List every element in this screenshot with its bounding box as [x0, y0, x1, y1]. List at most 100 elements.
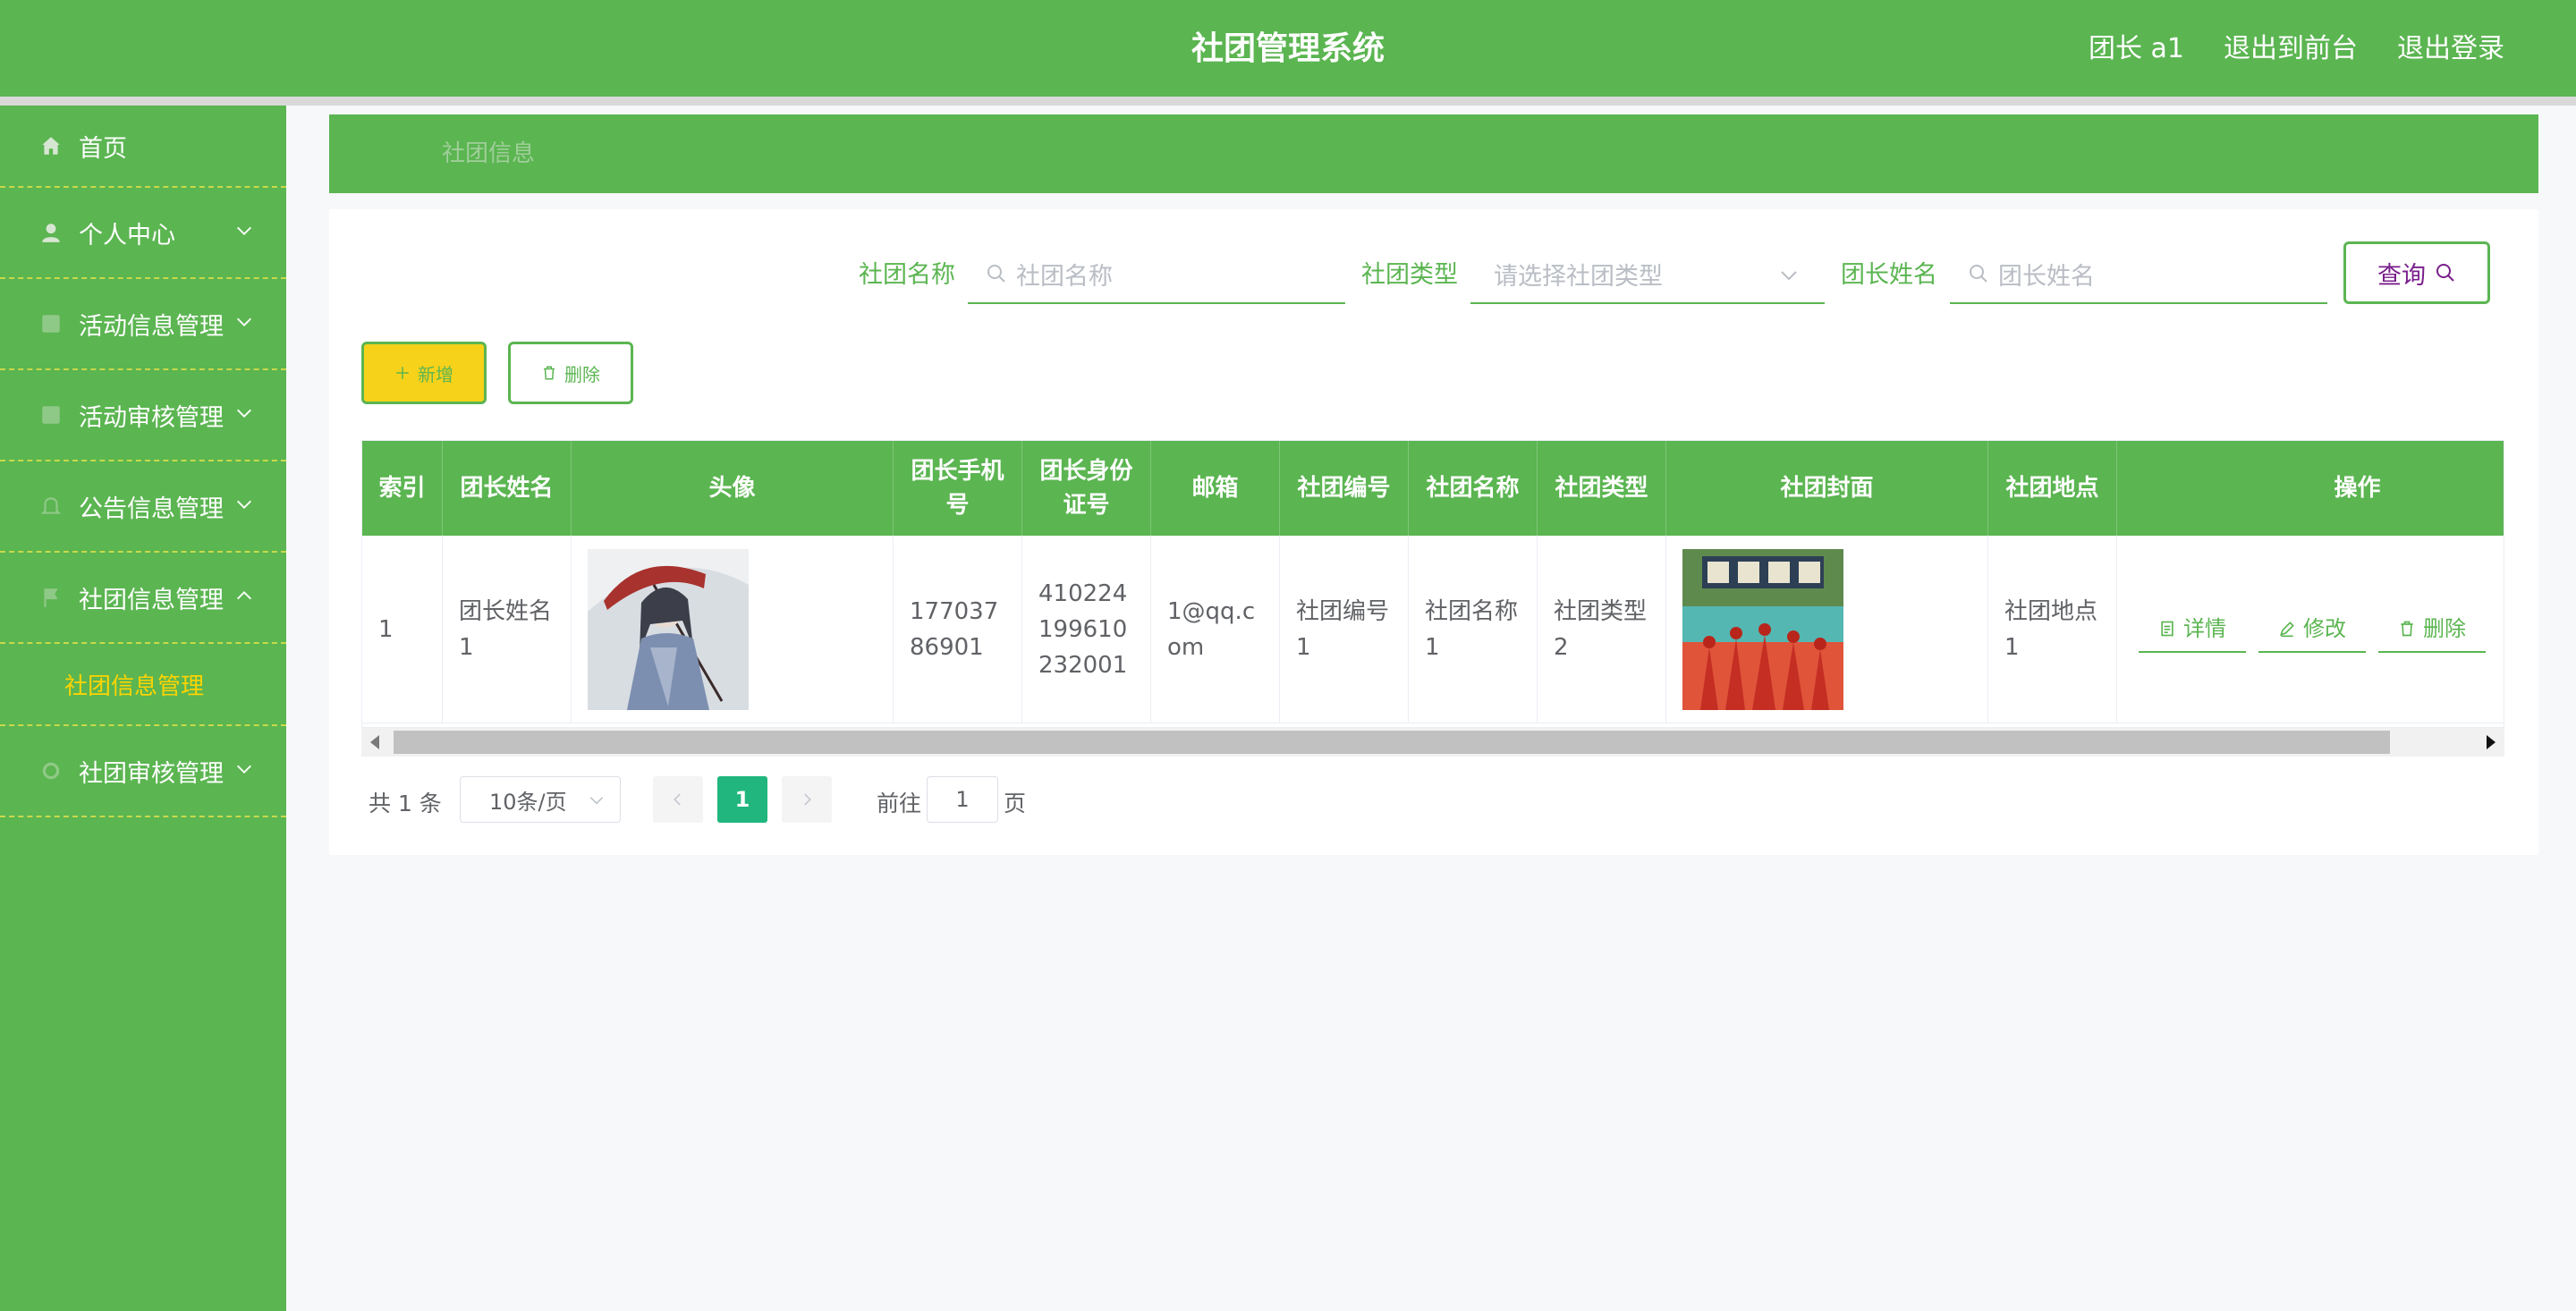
prev-page-button[interactable] [653, 776, 703, 823]
cell-club-no: 社团编号1 [1280, 536, 1409, 723]
breadcrumb-current[interactable]: 社团信息 [442, 136, 535, 172]
header-links: 团长 a1 退出到前台 退出登录 [2089, 27, 2504, 72]
cell-index: 1 [362, 536, 443, 723]
user-icon [39, 221, 63, 244]
edit-icon [2280, 621, 2294, 637]
sidebar-item-label: 活动审核管理 [79, 403, 224, 432]
club-type-label: 社团类型 [1361, 261, 1458, 289]
add-button-label: 新增 [418, 363, 453, 385]
query-button-label: 查询 [2377, 261, 2426, 290]
list-icon [39, 312, 63, 335]
logout-link[interactable]: 退出登录 [2397, 27, 2504, 72]
sidebar-item-label: 社团审核管理 [79, 759, 224, 788]
search-icon [2436, 264, 2454, 282]
cell-location: 社团地点1 [1988, 536, 2117, 723]
sidebar-item-label: 个人中心 [79, 221, 175, 250]
sidebar-item-label: 首页 [79, 134, 127, 163]
top-header: 社团管理系统 团长 a1 退出到前台 退出登录 [0, 0, 2576, 97]
page-size-select[interactable]: 10条/页 [460, 776, 621, 823]
chevron-down-icon [237, 317, 251, 326]
club-cover-image[interactable] [1682, 548, 1843, 710]
search-icon [1970, 265, 1987, 283]
column-header[interactable]: 操作 [2117, 441, 2504, 536]
flag-icon [39, 586, 63, 609]
cell-id-card: 410224199610232001 [1022, 536, 1151, 723]
sidebar-item-notice[interactable]: 公告信息管理 [0, 461, 286, 553]
chevron-down-icon [237, 226, 251, 235]
sidebar-subitem-club-info[interactable]: 社团信息管理 [0, 644, 286, 726]
header-divider [0, 97, 2576, 106]
column-header[interactable]: 社团编号 [1280, 441, 1409, 536]
table-row[interactable]: 1 团长姓名1 17703786901 410224199610232001 1… [362, 536, 2504, 723]
scrollbar-thumb[interactable] [394, 731, 2390, 754]
goto-page-input[interactable] [927, 776, 998, 823]
column-header[interactable]: 社团封面 [1666, 441, 1988, 536]
sidebar: 首页 个人中心 活动信息管理 活动审核管理 公告信息管理 社团信息管理 社团信息… [0, 106, 286, 1311]
row-actions: 详情 修改 删除 [2117, 606, 2486, 653]
avatar-image[interactable] [588, 548, 749, 710]
goto-suffix: 页 [1004, 791, 1027, 816]
detail-button[interactable]: 详情 [2139, 606, 2246, 653]
page-number-current[interactable]: 1 [717, 776, 767, 823]
column-header[interactable]: 团长手机号 [894, 441, 1022, 536]
query-button[interactable]: 查询 [2343, 241, 2490, 304]
sidebar-item-activity-info[interactable]: 活动信息管理 [0, 279, 286, 370]
sidebar-item-label: 社团信息管理 [79, 586, 224, 614]
club-name-label: 社团名称 [859, 261, 955, 289]
column-header[interactable]: 头像 [572, 441, 894, 536]
chevron-left-icon [674, 793, 681, 806]
club-type-placeholder: 请选择社团类型 [1494, 262, 1663, 291]
plus-icon [396, 367, 409, 379]
sidebar-item-club-info[interactable]: 社团信息管理 [0, 553, 286, 644]
club-type-select[interactable]: 请选择社团类型 [1470, 245, 1825, 304]
scroll-right-arrow-icon[interactable] [2487, 735, 2496, 749]
cell-phone: 17703786901 [894, 536, 1022, 723]
column-header[interactable]: 索引 [362, 441, 443, 536]
scroll-left-arrow-icon[interactable] [370, 735, 379, 749]
cell-leader-name: 团长姓名1 [443, 536, 572, 723]
current-user-link[interactable]: 团长 a1 [2089, 27, 2184, 72]
club-name-input[interactable]: 社团名称 [968, 245, 1345, 304]
column-header[interactable]: 社团地点 [1988, 441, 2117, 536]
column-header[interactable]: 社团类型 [1538, 441, 1666, 536]
settings-icon [39, 759, 63, 782]
document-icon [2161, 621, 2174, 636]
column-header[interactable]: 团长身份证号 [1022, 441, 1151, 536]
chevron-down-icon [1781, 271, 1797, 281]
chevron-right-icon [804, 793, 811, 806]
content-card: 社团名称 社团名称 社团类型 请选择社团类型 团长姓名 团长姓名 查询 新增 删… [329, 209, 2538, 855]
edit-button-label: 修改 [2303, 615, 2346, 641]
column-header[interactable]: 团长姓名 [443, 441, 572, 536]
leader-name-label: 团长姓名 [1841, 261, 1937, 289]
delete-button[interactable]: 删除 [508, 342, 633, 404]
leader-name-placeholder: 团长姓名 [1998, 262, 2095, 291]
next-page-button[interactable] [782, 776, 832, 823]
leader-name-input[interactable]: 团长姓名 [1950, 245, 2327, 304]
delete-button-label: 删除 [564, 363, 600, 385]
table-horizontal-scrollbar[interactable] [361, 728, 2504, 757]
edit-button[interactable]: 修改 [2258, 606, 2366, 653]
detail-button-label: 详情 [2183, 615, 2226, 641]
trash-icon [2401, 621, 2413, 636]
club-name-placeholder: 社团名称 [1016, 262, 1113, 291]
sidebar-item-home[interactable]: 首页 [0, 106, 286, 188]
exit-to-front-link[interactable]: 退出到前台 [2224, 27, 2358, 72]
club-table: 索引 团长姓名 头像 团长手机号 团长身份证号 邮箱 社团编号 社团名称 社团类… [361, 440, 2504, 728]
sidebar-item-profile[interactable]: 个人中心 [0, 188, 286, 279]
row-delete-button-label: 删除 [2423, 615, 2466, 641]
column-header[interactable]: 邮箱 [1151, 441, 1280, 536]
sidebar-item-activity-review[interactable]: 活动审核管理 [0, 370, 286, 461]
cell-club-name: 社团名称1 [1409, 536, 1538, 723]
home-icon [39, 134, 63, 157]
chevron-down-icon [237, 500, 251, 509]
sidebar-item-club-review[interactable]: 社团审核管理 [0, 726, 286, 817]
row-delete-button[interactable]: 删除 [2378, 606, 2486, 653]
column-header[interactable]: 社团名称 [1409, 441, 1538, 536]
breadcrumb: 社团信息 [329, 114, 2538, 193]
add-button[interactable]: 新增 [361, 342, 487, 404]
cell-operations: 详情 修改 删除 [2117, 536, 2504, 723]
chevron-up-icon [237, 591, 251, 600]
cell-club-cover [1666, 536, 1988, 723]
search-icon [987, 265, 1005, 283]
chevron-down-icon [589, 797, 604, 805]
